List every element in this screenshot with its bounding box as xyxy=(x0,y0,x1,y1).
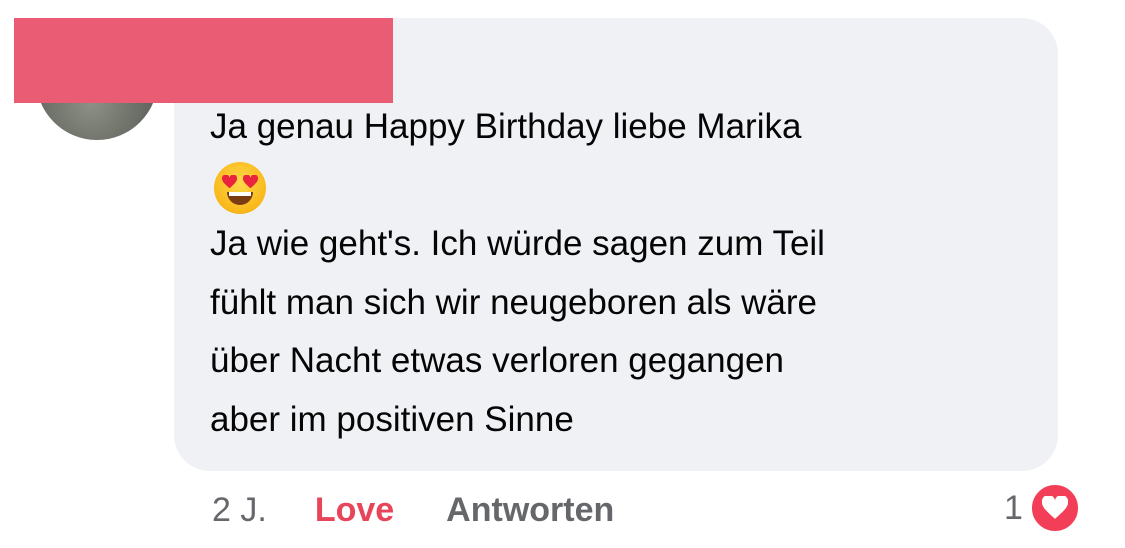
heart-glyph-icon xyxy=(1041,496,1068,519)
love-reaction-button[interactable]: Love xyxy=(315,491,394,530)
redacted-author-name xyxy=(14,18,393,103)
comment-timestamp[interactable]: 2 J. xyxy=(212,491,267,530)
reaction-count: 1 xyxy=(1004,488,1023,527)
reply-button[interactable]: Antworten xyxy=(446,491,614,530)
comment-text: Ja genau Happy Birthday liebe Marika Ja … xyxy=(210,98,1040,449)
reaction-summary[interactable]: 1 xyxy=(1004,480,1081,536)
heart-eye-right-icon xyxy=(243,175,258,189)
heart-eyes-emoji-icon xyxy=(214,162,266,215)
emoji-mouth xyxy=(227,192,253,206)
comment-actions: 2 J. Love Antworten xyxy=(212,484,614,536)
heart-eye-left-icon xyxy=(222,175,237,189)
comment-line: fühlt man sich wir neugeboren als wäre xyxy=(210,282,817,322)
comment-line: Ja wie geht's. Ich würde sagen zum Teil xyxy=(210,224,825,263)
comment-line: über Nacht etwas verloren gegangen xyxy=(210,341,784,380)
comment-screen: Ja genau Happy Birthday liebe Marika Ja … xyxy=(0,0,1125,548)
comment-line: Ja genau Happy Birthday liebe Marika xyxy=(210,107,802,146)
heart-icon xyxy=(1028,482,1081,534)
comment-line: aber im positiven Sinne xyxy=(210,399,574,439)
comment-emoji-line xyxy=(210,157,1040,216)
